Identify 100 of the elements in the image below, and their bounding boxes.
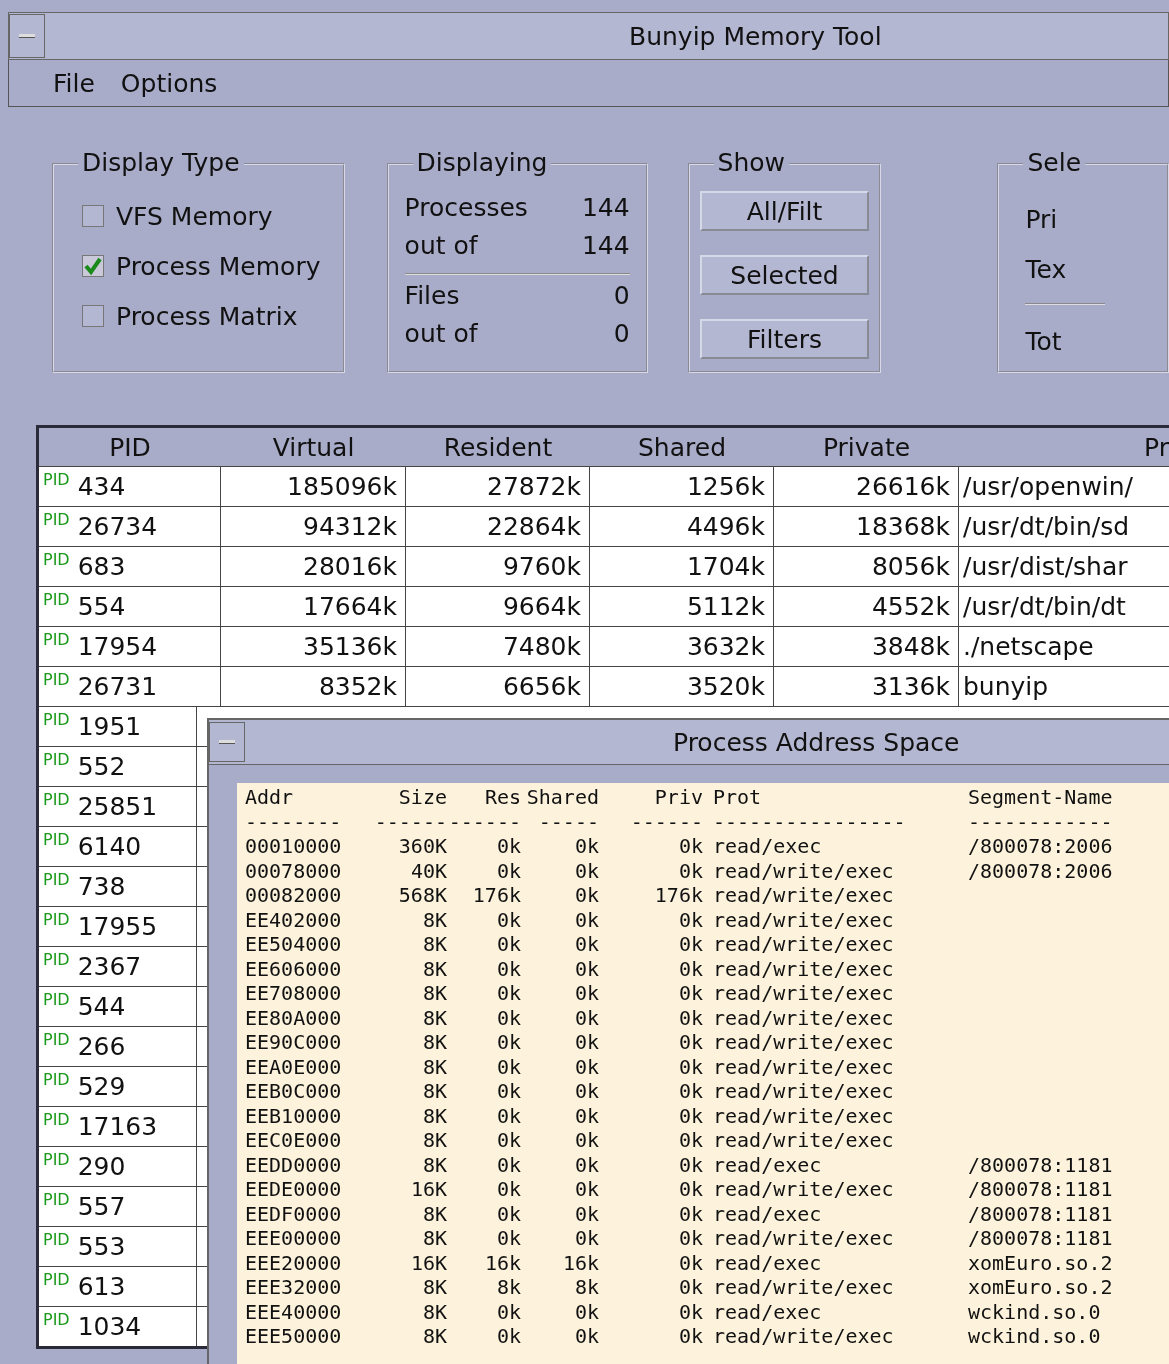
- segment-cell-text: 8K: [421, 956, 447, 981]
- window-menu-button[interactable]: [9, 14, 45, 58]
- segment-cell: xomEuro.so.2: [968, 1250, 1113, 1275]
- segment-cell-text: 0k: [677, 858, 703, 883]
- pid-cell[interactable]: $^{PID}$ 557: [39, 1187, 197, 1226]
- table-cell: 28016k: [221, 547, 406, 586]
- table-cell: 17664k: [221, 587, 406, 626]
- segment-cell: EE606000: [245, 956, 343, 981]
- segment-cell-text: read/write/exec: [713, 932, 895, 957]
- segment-cell: wckind.so.0: [968, 1299, 1101, 1324]
- checkbox[interactable]: [82, 205, 104, 227]
- segment-cell-text: 0k: [573, 883, 599, 908]
- pid-cell[interactable]: $^{PID}$ 1034: [39, 1307, 197, 1346]
- show-button[interactable]: Filters: [699, 319, 870, 359]
- column-header: Prot: [713, 785, 763, 810]
- column-header[interactable]: Private: [774, 432, 959, 462]
- table-cell: 4552k: [774, 587, 959, 626]
- segment-cell-text: 0k: [677, 1054, 703, 1079]
- table-cell-text: /usr/openwin/: [962, 471, 1135, 503]
- checkbox[interactable]: [82, 255, 104, 277]
- column-header[interactable]: Shared: [590, 432, 774, 462]
- segment-cell-text: 0k: [677, 956, 703, 981]
- column-header[interactable]: Pr: [959, 432, 1169, 462]
- checkbox-label[interactable]: VFS Memory: [116, 201, 273, 231]
- segment-cell-text: 360K: [397, 834, 447, 859]
- stat-value: 0: [613, 281, 630, 312]
- segment-cell: EEB0C000: [245, 1079, 343, 1104]
- table-cell: 1256k: [590, 467, 774, 506]
- segment-cell: /800078:1181: [968, 1201, 1113, 1226]
- segment-cell-text: 0k: [677, 1128, 703, 1153]
- menu-item[interactable]: File: [53, 68, 95, 98]
- segment-cell-text: 8K: [421, 1005, 447, 1030]
- segment-cell-text: 8k: [495, 1275, 521, 1300]
- stat-label: out of: [404, 231, 478, 262]
- column-header: Shared: [525, 785, 599, 810]
- pid-cell[interactable]: $^{PID}$ 26734: [39, 507, 221, 546]
- segment-cell-text: read/exec: [713, 1299, 823, 1324]
- pid-cell[interactable]: $^{PID}$ 2367: [39, 947, 197, 986]
- segment-cell-text: 0k: [677, 1201, 703, 1226]
- segment-cell-text: 0k: [573, 1152, 599, 1177]
- pid-cell[interactable]: $^{PID}$ 544: [39, 987, 197, 1026]
- segment-cell-text: 0k: [495, 1152, 521, 1177]
- segment-cell-text: read/exec: [713, 834, 823, 859]
- column-header[interactable]: Virtual: [221, 432, 406, 462]
- pid-cell[interactable]: $^{PID}$ 738: [39, 867, 197, 906]
- segment-cell-text: 568K: [397, 883, 447, 908]
- segment-cell-text: 0k: [573, 1201, 599, 1226]
- segment-cell-text: 0k: [495, 1128, 521, 1153]
- pid-cell[interactable]: $^{PID}$ 683: [39, 547, 221, 586]
- pid-cell[interactable]: $^{PID}$ 529: [39, 1067, 197, 1106]
- separator-dashes: -----: [537, 809, 599, 834]
- pid-cell[interactable]: $^{PID}$ 613: [39, 1267, 197, 1306]
- window-menu-button[interactable]: [209, 722, 245, 762]
- column-header: Segment-Name: [968, 785, 1113, 810]
- segment-cell-text: 0k: [573, 1030, 599, 1055]
- segment-cell-text: 0k: [573, 858, 599, 883]
- table-cell: 185096k: [221, 467, 406, 506]
- show-button[interactable]: All/Filt: [699, 191, 870, 231]
- segment-cell-text: 8K: [421, 907, 447, 932]
- pid-cell[interactable]: $^{PID}$ 434: [39, 467, 221, 506]
- table-cell-text: bunyip: [962, 671, 1050, 703]
- show-button[interactable]: Selected: [699, 255, 870, 295]
- column-header: Res: [483, 785, 521, 810]
- pid-cell[interactable]: $^{PID}$ 290: [39, 1147, 197, 1186]
- segment-cell-text: read/write/exec: [713, 1079, 895, 1104]
- pid-cell[interactable]: $^{PID}$ 17163: [39, 1107, 197, 1146]
- segment-cell: EEDF0000: [245, 1201, 343, 1226]
- segment-cell-text: 0k: [495, 981, 521, 1006]
- segment-cell-text: 0k: [677, 1079, 703, 1104]
- pid-cell[interactable]: $^{PID}$ 554: [39, 587, 221, 626]
- pid-cell[interactable]: $^{PID}$ 553: [39, 1227, 197, 1266]
- segment-cell-text: read/write/exec: [713, 956, 895, 981]
- column-header[interactable]: PID: [39, 432, 221, 462]
- checkbox[interactable]: [82, 305, 104, 327]
- stat-label: Tex: [1025, 254, 1068, 286]
- segment-cell-text: 0k: [573, 981, 599, 1006]
- pid-cell[interactable]: $^{PID}$ 25851: [39, 787, 197, 826]
- segment-cell-text: read/write/exec: [713, 883, 895, 908]
- pid-cell[interactable]: $^{PID}$ 1951: [39, 707, 197, 746]
- segment-cell-text: 0k: [677, 1152, 703, 1177]
- segment-cell-text: 8K: [421, 932, 447, 957]
- segment-cell: 00010000: [245, 834, 343, 859]
- pid-cell[interactable]: $^{PID}$ 552: [39, 747, 197, 786]
- segment-cell-text: 8K: [421, 1324, 447, 1349]
- segment-cell-text: 16k: [483, 1250, 521, 1275]
- pid-cell[interactable]: $^{PID}$ 6140: [39, 827, 197, 866]
- checkbox-label[interactable]: Process Matrix: [116, 301, 298, 331]
- segment-cell-text: 8K: [421, 1128, 447, 1153]
- segment-cell-text: 8K: [421, 1054, 447, 1079]
- column-header[interactable]: Resident: [406, 432, 590, 462]
- segment-cell-text: 0k: [573, 932, 599, 957]
- pid-cell[interactable]: $^{PID}$ 26731: [39, 667, 221, 706]
- checkbox-label[interactable]: Process Memory: [116, 251, 321, 281]
- menu-item[interactable]: Options: [120, 68, 218, 98]
- table-cell: 3520k: [590, 667, 774, 706]
- segment-cell-text: 0k: [677, 1226, 703, 1251]
- pid-cell[interactable]: $^{PID}$ 17954: [39, 627, 221, 666]
- pid-cell[interactable]: $^{PID}$ 266: [39, 1027, 197, 1066]
- pid-cell[interactable]: $^{PID}$ 17955: [39, 907, 197, 946]
- segment-cell-text: 0k: [677, 981, 703, 1006]
